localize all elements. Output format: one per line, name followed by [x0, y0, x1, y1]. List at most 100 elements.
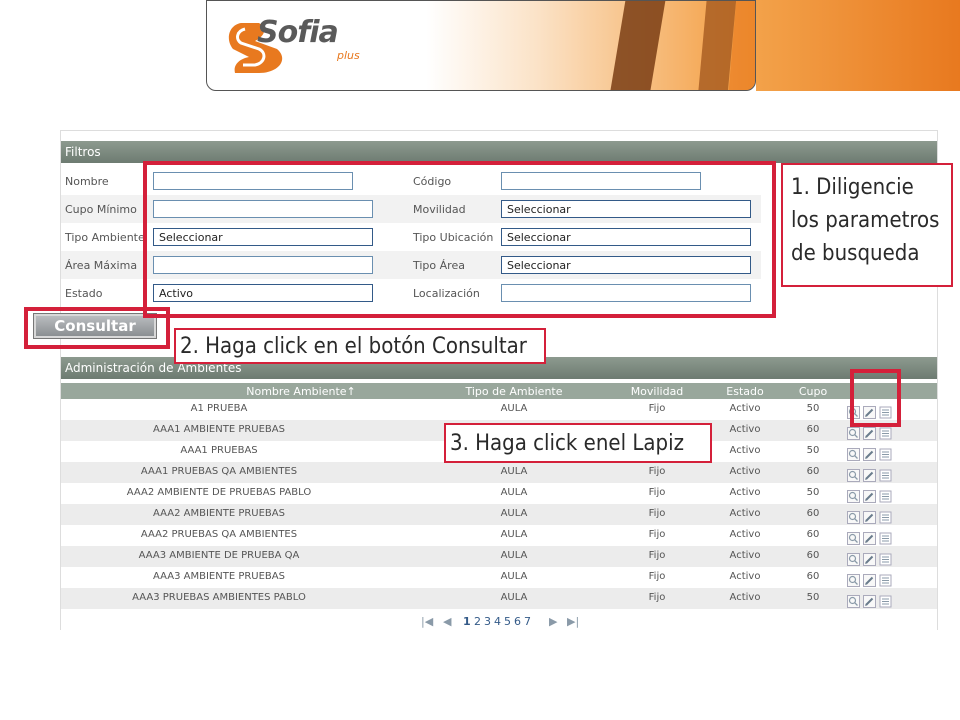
- cell-tipo: AULA: [500, 487, 528, 498]
- pager-page-4[interactable]: 4: [494, 615, 501, 628]
- cell-nombre: AAA2 PRUEBAS QA AMBIENTES: [140, 529, 298, 540]
- nombre-label: Nombre: [65, 175, 109, 188]
- view-icon[interactable]: [847, 532, 860, 545]
- pager-first-icon[interactable]: |◀: [421, 615, 433, 628]
- cell-cupo: 60: [806, 466, 820, 477]
- view-icon[interactable]: [847, 553, 860, 566]
- row-actions: [847, 444, 895, 461]
- cell-cupo: 60: [806, 571, 820, 582]
- cell-estado: Activo: [729, 571, 761, 582]
- edit-pencil-icon[interactable]: [863, 427, 876, 440]
- cell-estado: Activo: [729, 424, 761, 435]
- details-list-icon[interactable]: [879, 532, 892, 545]
- cell-nombre: AAA2 AMBIENTE PRUEBAS: [153, 508, 285, 519]
- table-row: AAA2 PRUEBAS QA AMBIENTES AULA Fijo Activo 6…: [61, 525, 937, 546]
- banner-right-strip: [756, 0, 960, 91]
- cupo-minimo-label: Cupo Mínimo: [65, 203, 137, 216]
- pager-page-6[interactable]: 6: [514, 615, 521, 628]
- cell-estado: Activo: [729, 403, 761, 414]
- row-actions: [847, 591, 895, 608]
- cell-movilidad: Fijo: [648, 466, 666, 477]
- cell-estado: Activo: [729, 529, 761, 540]
- cell-movilidad: Fijo: [648, 592, 666, 603]
- pager-page-2[interactable]: 2: [474, 615, 481, 628]
- edit-pencil-icon[interactable]: [863, 553, 876, 566]
- row-actions: [847, 507, 895, 524]
- cell-nombre: AAA3 PRUEBAS AMBIENTES PABLO: [132, 592, 306, 603]
- details-list-icon[interactable]: [879, 490, 892, 503]
- cell-movilidad: Fijo: [648, 487, 666, 498]
- cell-movilidad: Fijo: [648, 571, 666, 582]
- view-icon[interactable]: [847, 574, 860, 587]
- pager-page-1[interactable]: 1: [463, 615, 471, 628]
- details-list-icon[interactable]: [879, 469, 892, 482]
- view-icon[interactable]: [847, 490, 860, 503]
- edit-pencil-icon[interactable]: [863, 532, 876, 545]
- pager-page-5[interactable]: 5: [504, 615, 511, 628]
- row-actions: [847, 549, 895, 566]
- edit-pencil-icon[interactable]: [863, 511, 876, 524]
- pager-page-7[interactable]: 7: [524, 615, 531, 628]
- cell-tipo: AULA: [500, 508, 528, 519]
- cell-cupo: 60: [806, 529, 820, 540]
- details-list-icon[interactable]: [879, 574, 892, 587]
- annotation-box-consultar: [24, 307, 170, 349]
- tipo-ambiente-label: Tipo Ambiente: [65, 231, 145, 244]
- header-banner: Sofia plus: [206, 0, 756, 91]
- view-icon[interactable]: [847, 448, 860, 461]
- pager-page-3[interactable]: 3: [484, 615, 491, 628]
- filters-header: Filtros: [61, 141, 937, 163]
- view-icon[interactable]: [847, 511, 860, 524]
- details-list-icon[interactable]: [879, 553, 892, 566]
- cell-movilidad: Fijo: [648, 508, 666, 519]
- edit-pencil-icon[interactable]: [863, 448, 876, 461]
- table-row: AAA3 PRUEBAS AMBIENTES PABLO AULA Fijo Acti…: [61, 588, 937, 609]
- cell-nombre: A1 PRUEBA: [190, 403, 248, 414]
- edit-pencil-icon[interactable]: [863, 574, 876, 587]
- col-cupo[interactable]: Cupo: [793, 385, 833, 398]
- area-maxima-label: Área Máxima: [65, 259, 138, 272]
- cell-tipo: AULA: [500, 592, 528, 603]
- row-actions: [847, 465, 895, 482]
- view-icon[interactable]: [847, 595, 860, 608]
- edit-pencil-icon[interactable]: [863, 595, 876, 608]
- cell-cupo: 50: [806, 445, 820, 456]
- cell-cupo: 50: [806, 403, 820, 414]
- cell-movilidad: Fijo: [648, 403, 666, 414]
- edit-pencil-icon[interactable]: [863, 490, 876, 503]
- cell-tipo: AULA: [500, 550, 528, 561]
- cell-nombre: AAA1 PRUEBAS: [180, 445, 258, 456]
- row-actions: [847, 528, 895, 545]
- pager-last-icon[interactable]: ▶|: [567, 615, 579, 628]
- cell-cupo: 60: [806, 508, 820, 519]
- cell-movilidad: Fijo: [648, 550, 666, 561]
- details-list-icon[interactable]: [879, 595, 892, 608]
- col-estado[interactable]: Estado: [715, 385, 775, 398]
- edit-pencil-icon[interactable]: [863, 469, 876, 482]
- estado-label: Estado: [65, 287, 103, 300]
- cell-nombre: AAA1 AMBIENTE PRUEBAS: [153, 424, 285, 435]
- details-list-icon[interactable]: [879, 511, 892, 524]
- cell-tipo: AULA: [500, 466, 528, 477]
- cell-cupo: 50: [806, 592, 820, 603]
- col-nombre[interactable]: Nombre Ambiente↑: [151, 385, 451, 398]
- col-tipo[interactable]: Tipo de Ambiente: [464, 385, 564, 398]
- cell-tipo: AULA: [500, 529, 528, 540]
- cell-estado: Activo: [729, 550, 761, 561]
- details-list-icon[interactable]: [879, 448, 892, 461]
- table-row: AAA2 AMBIENTE DE PRUEBAS PABLO AULA Fijo Ac…: [61, 483, 937, 504]
- col-movilidad[interactable]: Movilidad: [617, 385, 697, 398]
- cell-nombre: AAA3 AMBIENTE PRUEBAS: [153, 571, 285, 582]
- view-icon[interactable]: [847, 427, 860, 440]
- annotation-step2: 2. Haga click en el botón Consultar: [174, 328, 546, 364]
- cell-movilidad: Fijo: [648, 529, 666, 540]
- table-row: AAA2 AMBIENTE PRUEBAS AULA Fijo Activo 60: [61, 504, 937, 525]
- details-list-icon[interactable]: [879, 427, 892, 440]
- pager-next-icon[interactable]: ▶: [549, 615, 557, 628]
- view-icon[interactable]: [847, 469, 860, 482]
- logo-text: Sofia: [257, 15, 339, 50]
- pager-prev-icon[interactable]: ◀: [443, 615, 451, 628]
- cell-estado: Activo: [729, 466, 761, 477]
- cell-estado: Activo: [729, 508, 761, 519]
- row-actions: [847, 486, 895, 503]
